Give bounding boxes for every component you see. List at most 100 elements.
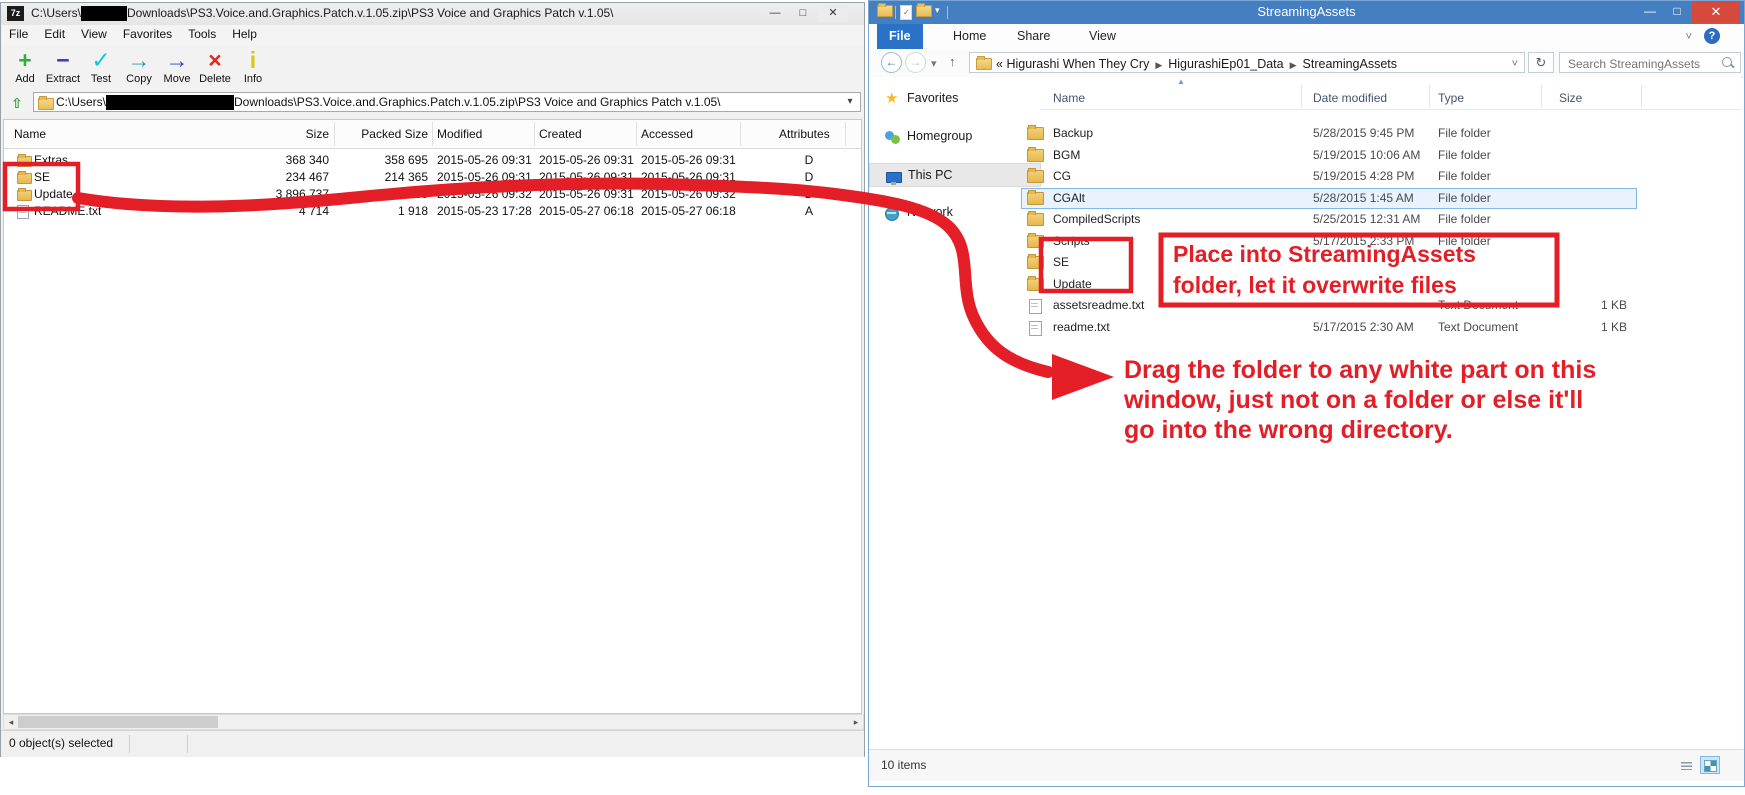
- 7zip-address-combo[interactable]: C:\Users\Downloads\PS3.Voice.and.Graphic…: [33, 92, 861, 112]
- sidebar-item-homegroup[interactable]: Homegroup: [869, 125, 1041, 149]
- cell-size: 1 KB: [1559, 320, 1627, 334]
- cell-name: Update: [34, 187, 73, 201]
- column-header-size[interactable]: Size: [1559, 91, 1627, 105]
- history-dropdown-icon[interactable]: ▾: [931, 57, 937, 70]
- column-header-attributes[interactable]: Attributes: [779, 127, 839, 141]
- column-header-type[interactable]: Type: [1438, 91, 1553, 105]
- folder-icon: [1027, 278, 1044, 291]
- toolbar-test-button[interactable]: ✓Test: [82, 47, 120, 85]
- cell-accessed: 2015-05-26 09:32: [641, 187, 746, 201]
- folder-icon: [1027, 127, 1044, 140]
- file-row[interactable]: CompiledScripts5/25/2015 12:31 AMFile fo…: [1041, 209, 1741, 230]
- up-icon[interactable]: ↑: [949, 54, 956, 69]
- explorer-titlebar[interactable]: ✓ ▾ StreamingAssets — □ ✕: [869, 1, 1744, 24]
- close-button[interactable]: ✕: [818, 5, 848, 22]
- column-header-packed-size[interactable]: Packed Size: [334, 127, 428, 141]
- cell-attr: D: [779, 170, 839, 184]
- minimize-button[interactable]: —: [1638, 3, 1662, 20]
- back-icon[interactable]: ←: [881, 52, 902, 73]
- close-button[interactable]: ✕: [1692, 1, 1740, 23]
- scroll-left-icon[interactable]: ◂: [4, 715, 18, 729]
- refresh-icon[interactable]: ↻: [1528, 52, 1554, 73]
- chevron-down-icon[interactable]: ▾: [842, 94, 858, 110]
- table-row[interactable]: README.txt4 7141 9182015-05-23 17:282015…: [4, 203, 861, 220]
- menu-tools[interactable]: Tools: [180, 25, 224, 43]
- redacted-username: [106, 95, 234, 110]
- maximize-button[interactable]: □: [790, 5, 816, 22]
- thumbnails-view-icon[interactable]: [1700, 756, 1720, 774]
- column-header-created[interactable]: Created: [539, 127, 644, 141]
- tab-file[interactable]: File: [877, 24, 923, 49]
- sidebar-item-network[interactable]: Network: [869, 201, 1041, 225]
- breadcrumb-item[interactable]: Higurashi When They Cry: [1006, 57, 1149, 71]
- menu-file[interactable]: File: [1, 25, 36, 43]
- forward-icon[interactable]: →: [905, 52, 926, 73]
- cell-size: 234 467: [229, 170, 329, 184]
- 7zip-list-header[interactable]: Name Size Packed Size ModifiedCreatedAccess…: [4, 120, 861, 149]
- search-box[interactable]: [1559, 52, 1741, 73]
- file-row[interactable]: CG5/19/2015 4:28 PMFile folder: [1041, 166, 1741, 187]
- toolbar-add-button[interactable]: +Add: [6, 47, 44, 85]
- help-icon[interactable]: ?: [1704, 28, 1720, 44]
- up-one-level-icon[interactable]: ⇧: [6, 93, 28, 113]
- minimize-button[interactable]: —: [762, 5, 788, 22]
- cell-date: 5/19/2015 4:28 PM: [1313, 169, 1438, 183]
- table-row[interactable]: Extras368 340358 6952015-05-26 09:312015…: [4, 152, 861, 169]
- search-input[interactable]: [1566, 54, 1720, 73]
- cell-name: CGAlt: [1053, 191, 1085, 205]
- toolbar-info-button[interactable]: iInfo: [234, 47, 272, 85]
- menu-edit[interactable]: Edit: [36, 25, 73, 43]
- tab-share[interactable]: Share: [1005, 24, 1062, 49]
- toolbar-copy-button[interactable]: →Copy: [120, 47, 158, 85]
- column-header-size[interactable]: Size: [229, 127, 329, 141]
- menu-help[interactable]: Help: [224, 25, 265, 43]
- file-row[interactable]: CGAlt5/28/2015 1:45 AMFile folder: [1041, 188, 1741, 209]
- column-header-name[interactable]: Name: [1053, 91, 1293, 105]
- scrollbar-thumb[interactable]: [18, 716, 218, 728]
- maximize-button[interactable]: □: [1665, 3, 1689, 20]
- ribbon-collapse-icon[interactable]: ˅: [1686, 31, 1692, 43]
- tab-home[interactable]: Home: [941, 24, 998, 49]
- toolbar-extract-button[interactable]: −Extract: [44, 47, 82, 85]
- horizontal-scrollbar[interactable]: ◂ ▸: [3, 714, 864, 730]
- details-view-icon[interactable]: [1676, 756, 1696, 774]
- toolbar-delete-button[interactable]: ×Delete: [196, 47, 234, 85]
- address-dropdown-icon[interactable]: ˅: [1512, 58, 1518, 70]
- breadcrumb-item[interactable]: HigurashiEp01_Data: [1168, 57, 1283, 71]
- annotation-note1-line2: folder, let it overwrite files: [1173, 272, 1457, 299]
- redacted-username: [81, 6, 127, 21]
- header-separator: [534, 122, 535, 146]
- toolbar-label: Move: [158, 73, 196, 85]
- table-row[interactable]: SE234 467214 3652015-05-26 09:312015-05-…: [4, 169, 861, 186]
- list-column-headers[interactable]: Name Date modifiedType Size: [1041, 83, 1741, 110]
- address-bar[interactable]: « Higurashi When They Cry▶HigurashiEp01_…: [969, 52, 1525, 73]
- table-row[interactable]: Update3 896 737811 5852015-05-26 09:3220…: [4, 186, 861, 203]
- column-header-accessed[interactable]: Accessed: [641, 127, 746, 141]
- column-header-name[interactable]: Name: [14, 127, 214, 141]
- scroll-right-icon[interactable]: ▸: [849, 715, 863, 729]
- sidebar-item-this-pc[interactable]: This PC: [869, 163, 1041, 187]
- menu-favorites[interactable]: Favorites: [115, 25, 180, 43]
- file-row[interactable]: Backup5/28/2015 9:45 PMFile folder: [1041, 123, 1741, 144]
- tab-view[interactable]: View: [1077, 24, 1128, 49]
- cell-size: 1 KB: [1559, 298, 1627, 312]
- column-header-modified[interactable]: Modified: [437, 127, 542, 141]
- file-row[interactable]: BGM5/19/2015 10:06 AMFile folder: [1041, 145, 1741, 166]
- network-icon: [885, 205, 901, 221]
- sidebar-item-favorites[interactable]: ★Favorites: [869, 87, 1041, 111]
- breadcrumb-overflow-icon[interactable]: «: [996, 57, 1006, 71]
- folder-icon: [1027, 170, 1044, 183]
- column-header-date-modified[interactable]: Date modified: [1313, 91, 1438, 105]
- header-separator: [845, 122, 846, 146]
- cell-attr: D: [779, 153, 839, 167]
- cell-packed: 214 365: [334, 170, 428, 184]
- 7zip-file-list: Name Size Packed Size ModifiedCreatedAccess…: [3, 119, 862, 714]
- breadcrumb-item[interactable]: StreamingAssets: [1303, 57, 1397, 71]
- toolbar-move-button[interactable]: →Move: [158, 47, 196, 85]
- search-icon[interactable]: [1722, 57, 1732, 67]
- 7zip-titlebar[interactable]: 7z C:\Users\Downloads\PS3.Voice.and.Grap…: [1, 3, 864, 26]
- cell-date: 5/17/2015 2:30 AM: [1313, 320, 1438, 334]
- file-row[interactable]: readme.txt5/17/2015 2:30 AMText Document…: [1041, 317, 1741, 338]
- menu-view[interactable]: View: [73, 25, 115, 43]
- cell-modified: 2015-05-26 09:32: [437, 187, 542, 201]
